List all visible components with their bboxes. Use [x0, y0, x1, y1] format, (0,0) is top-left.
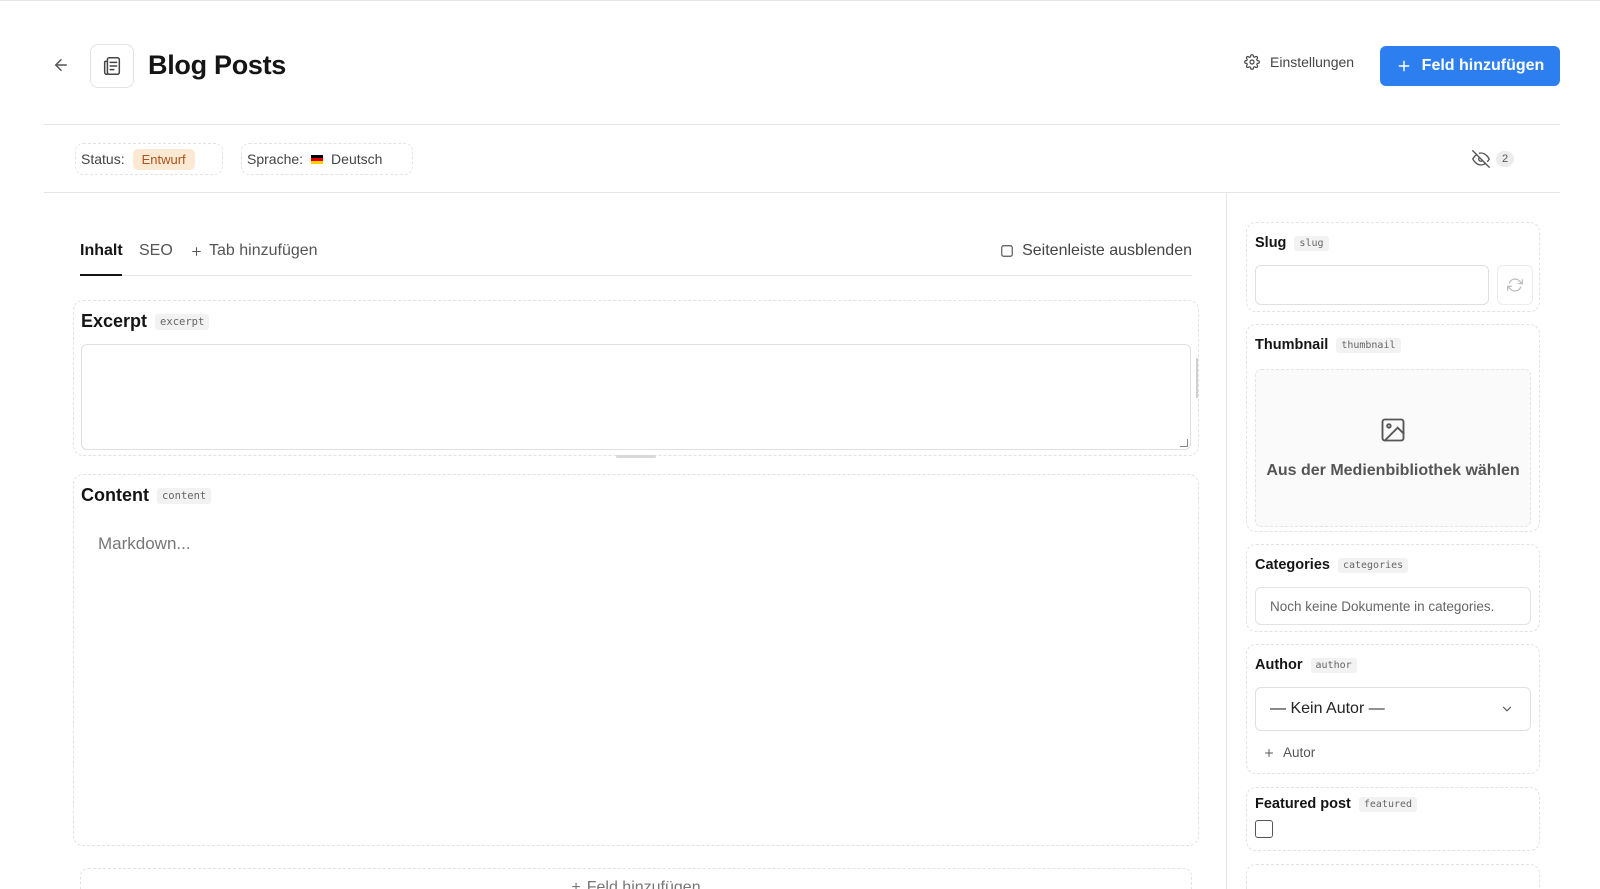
markdown-editor[interactable]: Markdown... [98, 534, 191, 554]
language-label: Sprache: [247, 151, 304, 167]
drag-handle[interactable] [616, 455, 656, 458]
slug-label: Slug slug [1255, 235, 1329, 251]
settings-button[interactable]: Einstellungen [1244, 54, 1354, 70]
thumbnail-label: Thumbnail thumbnail [1255, 337, 1401, 353]
categories-label-text: Categories [1255, 557, 1330, 573]
settings-label: Einstellungen [1270, 54, 1355, 70]
content-label: Content content [81, 485, 212, 506]
author-field-card: Author author — Kein Autor — Autor [1246, 644, 1540, 774]
status-selector[interactable]: Status: Entwurf [75, 143, 223, 175]
top-border [0, 0, 1600, 1]
resize-handle-icon[interactable] [1180, 439, 1188, 447]
sidebar-icon [1001, 245, 1013, 257]
author-label-text: Author [1255, 657, 1303, 673]
tab-inhalt[interactable]: Inhalt [80, 242, 123, 260]
excerpt-field-card: Excerpt excerpt [73, 300, 1199, 456]
add-tab-label: Tab hinzufügen [209, 242, 318, 259]
active-tab-indicator [80, 274, 122, 276]
add-author-label: Autor [1283, 745, 1316, 760]
featured-label-text: Featured post [1255, 796, 1351, 812]
plus-icon: + [571, 879, 581, 889]
hidden-fields-toggle[interactable]: 2 [1472, 150, 1515, 168]
scrollbar[interactable] [1196, 358, 1198, 398]
media-library-label: Aus der Medienbibliothek wählen [1266, 462, 1520, 479]
hide-sidebar-toggle[interactable]: Seitenleiste ausblenden [1000, 242, 1192, 260]
arrow-left-icon [55, 59, 67, 71]
page-header: Blog Posts Einstellungen Feld hinzufügen [44, 44, 1560, 88]
german-flag-icon [311, 154, 324, 164]
tab-bar: Inhalt SEO Tab hinzufügen Seitenleiste a… [80, 240, 1192, 276]
hide-sidebar-label: Seitenleiste ausblenden [1022, 242, 1192, 259]
categories-label: Categories categories [1255, 557, 1409, 573]
add-field-inline-button[interactable]: + Feld hinzufügen [80, 868, 1192, 889]
language-value: Deutsch [331, 151, 383, 167]
excerpt-label-text: Excerpt [81, 311, 148, 331]
slug-input[interactable] [1255, 265, 1489, 305]
page-title: Blog Posts [148, 50, 287, 80]
collection-icon [90, 44, 134, 88]
regenerate-slug-button[interactable] [1497, 265, 1533, 305]
eye-off-icon [1472, 150, 1490, 168]
plus-icon [1398, 60, 1410, 72]
author-selected-value: — Kein Autor — [1270, 700, 1385, 717]
categories-api-tag: categories [1337, 557, 1409, 573]
image-icon [1381, 418, 1405, 442]
plus-icon [1265, 748, 1273, 757]
back-button[interactable] [50, 54, 72, 76]
plus-icon [192, 246, 201, 256]
content-label-text: Content [81, 485, 149, 505]
thumbnail-field-card: Thumbnail thumbnail Aus der Medienbibliot… [1246, 324, 1540, 532]
excerpt-textarea[interactable] [81, 344, 1191, 450]
excerpt-api-tag: excerpt [155, 314, 210, 331]
chevron-down-icon [1502, 706, 1512, 712]
content-api-tag: content [156, 488, 212, 505]
thumbnail-label-text: Thumbnail [1255, 337, 1329, 353]
meta-divider [44, 192, 1560, 193]
hidden-count-badge: 2 [1496, 151, 1515, 167]
add-field-label: Feld hinzufügen [1421, 57, 1545, 74]
gear-icon [1244, 54, 1260, 70]
featured-label: Featured post featured [1255, 796, 1418, 812]
status-label: Status: [81, 151, 125, 167]
language-selector[interactable]: Sprache: Deutsch [241, 143, 413, 175]
featured-api-tag: featured [1358, 796, 1418, 812]
header-divider [44, 124, 1560, 125]
slug-field-card: Slug slug [1246, 222, 1540, 312]
author-api-tag: author [1310, 657, 1357, 673]
excerpt-label: Excerpt excerpt [81, 311, 210, 332]
add-field-button[interactable]: Feld hinzufügen [1380, 46, 1560, 86]
slug-label-text: Slug [1255, 235, 1287, 251]
add-field-inline-label: Feld hinzufügen [586, 879, 701, 889]
refresh-icon [1507, 278, 1523, 292]
media-library-picker[interactable]: Aus der Medienbibliothek wählen [1255, 369, 1531, 527]
add-author-button[interactable]: Autor [1263, 745, 1315, 760]
next-field-card [1246, 864, 1540, 889]
author-label: Author author [1255, 657, 1357, 673]
categories-empty-state: Noch keine Dokumente in categories. [1255, 587, 1531, 625]
featured-field-card: Featured post featured [1246, 787, 1540, 851]
featured-checkbox[interactable] [1255, 820, 1273, 838]
add-tab-button[interactable]: Tab hinzufügen [190, 242, 318, 260]
status-badge: Entwurf [132, 148, 195, 170]
categories-field-card: Categories categories Noch keine Dokument… [1246, 544, 1540, 632]
author-select[interactable]: — Kein Autor — [1255, 687, 1531, 731]
thumbnail-api-tag: thumbnail [1336, 337, 1401, 353]
tab-seo[interactable]: SEO [139, 242, 173, 260]
slug-api-tag: slug [1294, 235, 1329, 251]
sidebar-divider [1226, 193, 1227, 889]
content-field-card: Content content [73, 474, 1199, 846]
